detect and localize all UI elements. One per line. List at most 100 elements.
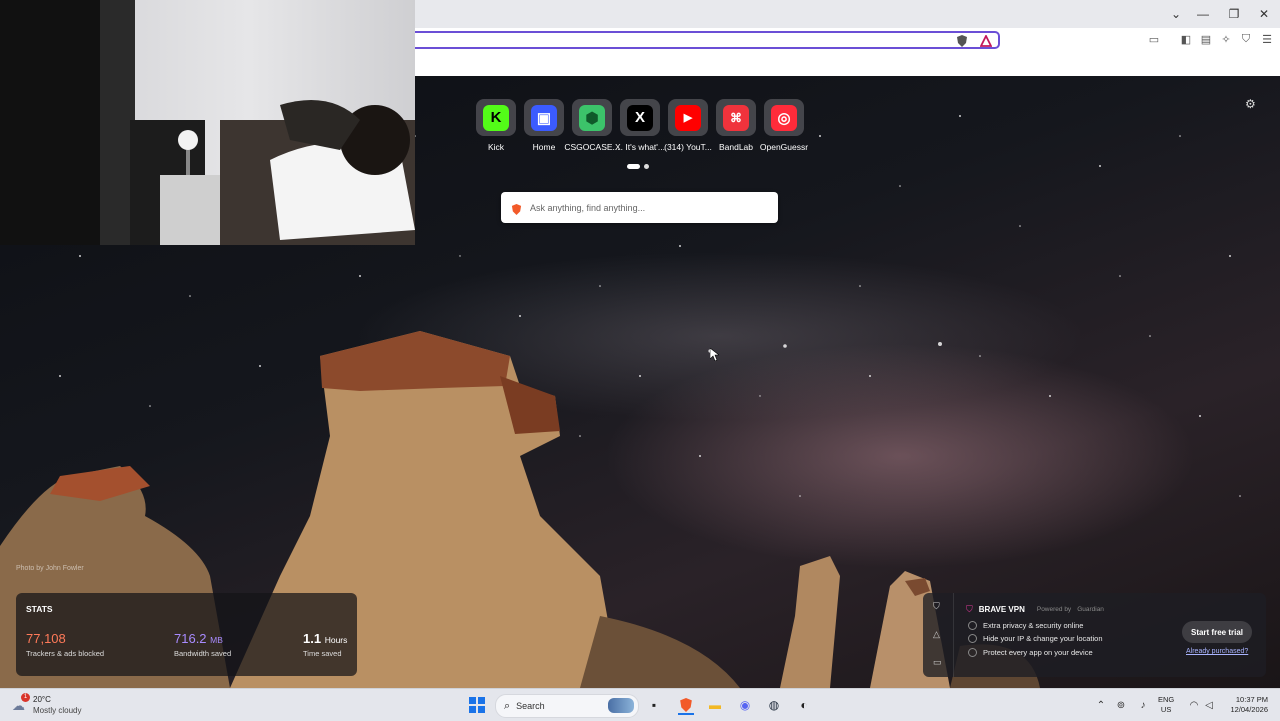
show-hidden-icons-chevron[interactable]: ⌃ bbox=[1093, 697, 1109, 713]
photo-credit: Photo by John Fowler bbox=[16, 565, 84, 572]
menu-icon[interactable]: ☰ bbox=[1260, 32, 1274, 46]
region-code: US bbox=[1160, 705, 1172, 714]
page-dot[interactable] bbox=[644, 164, 649, 169]
vpn-powered-by: Powered by bbox=[1036, 606, 1072, 613]
discord-icon[interactable]: ◉ bbox=[737, 697, 753, 713]
vpn-feature-text: Extra privacy & security online bbox=[983, 621, 1084, 630]
language-code: ENG bbox=[1158, 695, 1175, 704]
youtube-icon: ▶ bbox=[675, 104, 701, 131]
top-site-bandlab[interactable]: ⌘ bbox=[716, 99, 756, 136]
bandlab-icon: ⌘ bbox=[723, 104, 749, 131]
check-icon bbox=[968, 621, 977, 630]
clock-date: 12/04/2026 bbox=[1230, 705, 1268, 714]
trackers-blocked-label: Trackers & ads blocked bbox=[26, 649, 105, 658]
taskbar-search-label: Search bbox=[516, 701, 545, 711]
clock[interactable]: 10:37 PM 12/04/2026 bbox=[1222, 695, 1268, 715]
top-site-label[interactable]: OpenGuessr bbox=[754, 142, 814, 152]
bandwidth-saved-label: Bandwidth saved bbox=[174, 649, 232, 658]
kick-icon: K bbox=[483, 104, 509, 131]
settings-gear-icon[interactable]: ⚙ bbox=[1245, 97, 1256, 111]
volume-icon[interactable]: ◁ bbox=[1201, 697, 1217, 713]
stats-title: STATS bbox=[26, 604, 53, 614]
stats-widget: STATS 77,108 Trackers & ads blocked 716.… bbox=[16, 593, 357, 676]
search-icon: ⌕ bbox=[504, 699, 511, 712]
top-site-home[interactable]: ▣ bbox=[524, 99, 564, 136]
sidebar-icon[interactable]: ◧ bbox=[1179, 32, 1193, 46]
openguessr-icon: ◎ bbox=[771, 104, 797, 131]
vpn-shield-icon[interactable]: ⛉ bbox=[933, 601, 940, 612]
bandwidth-saved-value: 716.2 MB bbox=[174, 631, 223, 646]
wifi-icon[interactable]: ◠ bbox=[1186, 697, 1202, 713]
minimize-button[interactable]: — bbox=[1187, 0, 1219, 28]
microphone-icon[interactable]: ♪ bbox=[1135, 697, 1151, 713]
language-indicator[interactable]: ENG US bbox=[1158, 695, 1174, 715]
windows-start-icon[interactable] bbox=[469, 697, 485, 713]
brave-rewards-icon[interactable] bbox=[979, 33, 993, 47]
guardian-logo: Guardian bbox=[1077, 606, 1104, 613]
time-saved-value: 1.1 Hours bbox=[303, 631, 347, 646]
top-site-csgocase[interactable]: ⬢ bbox=[572, 99, 612, 136]
vpn-feature-text: Hide your IP & change your location bbox=[983, 634, 1103, 643]
brave-taskbar-icon[interactable] bbox=[678, 697, 694, 715]
vpn-title: BRAVE VPN bbox=[978, 605, 1025, 614]
title-bar: ⌄ — ❐ ✕ bbox=[415, 0, 1280, 28]
csgocase-icon: ⬢ bbox=[579, 104, 605, 131]
webcam-overlay bbox=[0, 0, 415, 245]
new-tab-search[interactable]: Ask anything, find anything... bbox=[501, 192, 778, 223]
page-indicator[interactable] bbox=[627, 164, 649, 169]
already-purchased-link[interactable]: Already purchased? bbox=[1186, 648, 1248, 655]
brave-vpn-widget: ⛉ △ ▭ ⛉ BRAVE VPN Powered by Guardian Ex… bbox=[923, 593, 1266, 677]
vpn-feature: Protect every app on your device bbox=[968, 648, 1093, 657]
vpn-header: ⛉ BRAVE VPN Powered by Guardian bbox=[966, 604, 1104, 615]
bandwidth-unit: MB bbox=[210, 635, 223, 645]
time-saved-label: Time saved bbox=[303, 649, 342, 658]
top-site-kick[interactable]: K bbox=[476, 99, 516, 136]
search-highlight-icon bbox=[608, 698, 634, 713]
start-free-trial-button[interactable]: Start free trial bbox=[1182, 621, 1252, 643]
browser-toolbar: ▭ ◧ ▤ ✧ ⛉ ☰ bbox=[415, 28, 1280, 52]
x-logo-icon: X bbox=[627, 104, 653, 131]
check-icon bbox=[968, 648, 977, 657]
home-icon: ▣ bbox=[531, 104, 557, 131]
vpn-icon[interactable]: ⛉ bbox=[1239, 32, 1253, 46]
weather-alert-badge: 1 bbox=[21, 693, 30, 702]
taskbar-search[interactable]: ⌕ Search bbox=[495, 694, 639, 718]
mouse-cursor-icon bbox=[709, 347, 720, 366]
trackers-blocked-value: 77,108 bbox=[26, 631, 66, 646]
obs-icon[interactable]: ◐ bbox=[796, 697, 812, 713]
rewards-triangle-icon[interactable]: △ bbox=[933, 629, 940, 640]
vpn-feature-text: Protect every app on your device bbox=[983, 648, 1093, 657]
top-site-youtube[interactable]: ▶ bbox=[668, 99, 708, 136]
leo-ai-icon[interactable]: ✧ bbox=[1219, 32, 1233, 46]
maximize-button[interactable]: ❐ bbox=[1218, 0, 1250, 28]
top-site-openguessr[interactable]: ◎ bbox=[764, 99, 804, 136]
page-dot-active[interactable] bbox=[627, 164, 640, 169]
wallet-icon[interactable]: ▤ bbox=[1199, 32, 1213, 46]
file-explorer-icon[interactable]: ▬ bbox=[707, 697, 723, 713]
windows-taskbar: ☁ 1 20°C Mostly cloudy ⌕ Search ▪ ▬ ◉ ◍ … bbox=[0, 688, 1280, 721]
tab-icon[interactable]: ▭ bbox=[1147, 32, 1161, 46]
address-bar[interactable] bbox=[415, 31, 1000, 49]
vpn-feature: Extra privacy & security online bbox=[968, 621, 1083, 630]
card-icon[interactable]: ▭ bbox=[933, 657, 942, 668]
network-status-icon[interactable]: ⊚ bbox=[1113, 697, 1129, 713]
search-input[interactable]: Ask anything, find anything... bbox=[530, 203, 645, 213]
weather-desc: Mostly cloudy bbox=[33, 706, 82, 715]
check-icon bbox=[968, 634, 977, 643]
brave-logo-icon bbox=[511, 202, 522, 215]
vpn-side-nav: ⛉ △ ▭ bbox=[923, 593, 954, 677]
time-unit: Hours bbox=[324, 635, 348, 645]
webcam-feed bbox=[0, 0, 415, 245]
vpn-feature: Hide your IP & change your location bbox=[968, 634, 1103, 643]
time-number: 1.1 bbox=[303, 631, 322, 646]
steam-icon[interactable]: ◍ bbox=[766, 697, 782, 713]
clock-time: 10:37 PM bbox=[1235, 695, 1268, 704]
bandwidth-number: 716.2 bbox=[174, 631, 207, 646]
bookmarks-bar bbox=[415, 52, 1280, 76]
weather-temp: 20°C bbox=[33, 695, 51, 704]
task-view-icon[interactable]: ▪ bbox=[646, 697, 662, 713]
vpn-logo-icon: ⛉ bbox=[966, 604, 973, 614]
top-site-x[interactable]: X bbox=[620, 99, 660, 136]
brave-shields-icon[interactable] bbox=[956, 34, 968, 47]
close-button[interactable]: ✕ bbox=[1248, 0, 1280, 28]
